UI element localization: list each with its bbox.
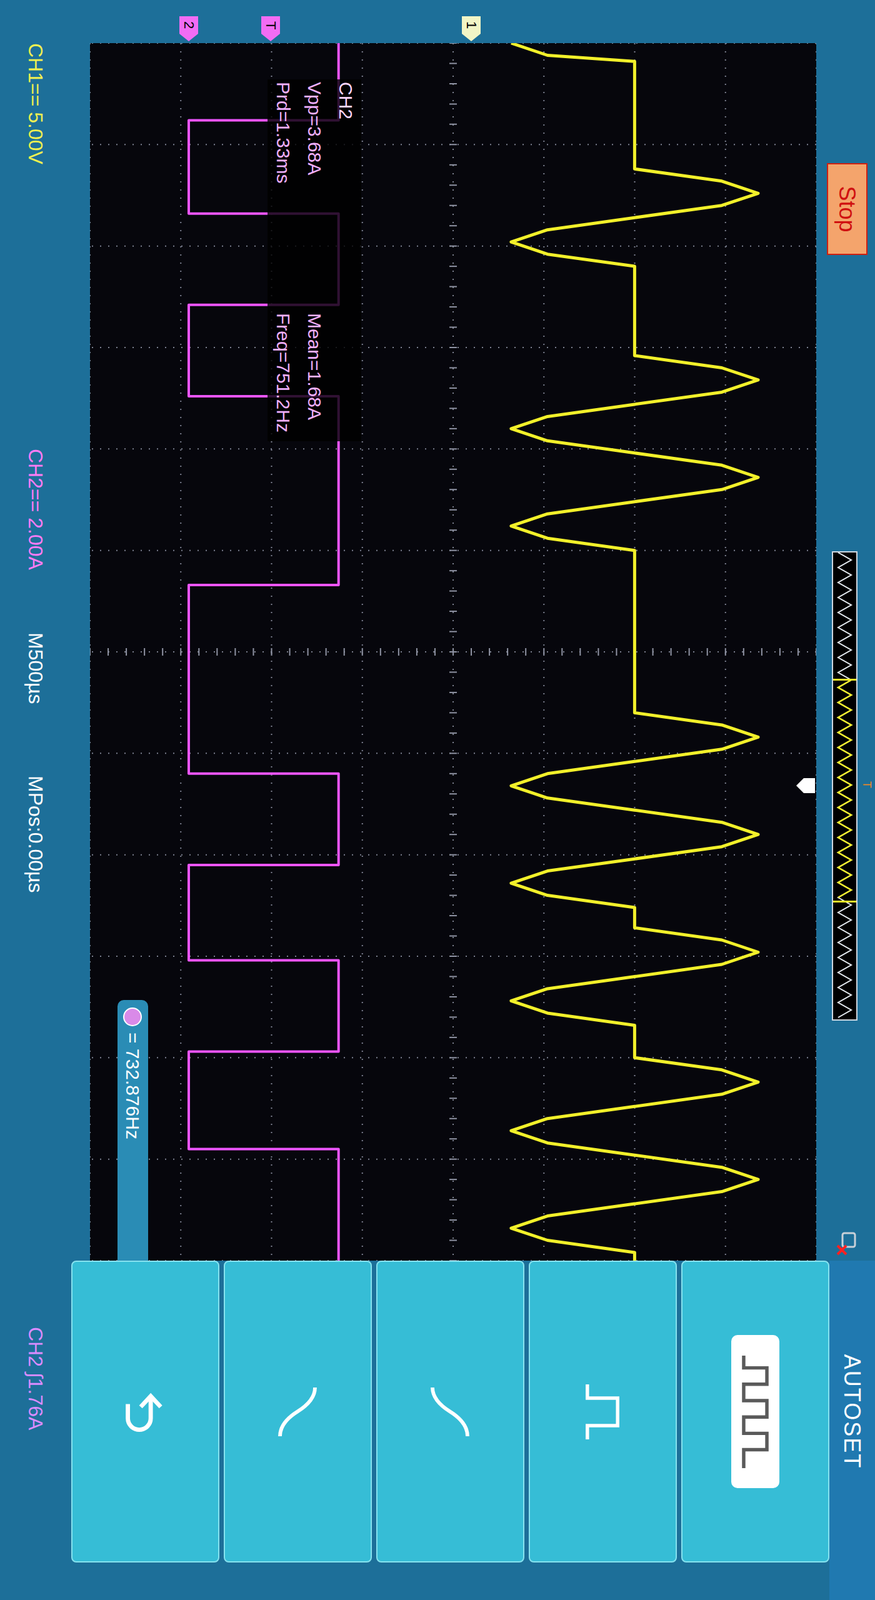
status-text: CH2== 2.00A <box>24 448 47 570</box>
marker-label: T <box>263 21 279 30</box>
waveform-grid: CH2Vpp=3.68AMean=1.68APrd=1.33msFreq=751… <box>90 43 817 1261</box>
measurement-value: Mean=1.68A <box>298 313 330 439</box>
timebase-window-bar[interactable] <box>831 551 858 1021</box>
channel-icon <box>123 1007 143 1027</box>
rising-edge-icon <box>428 1383 473 1440</box>
status-text: CH2 ∫1.76A <box>24 1326 47 1430</box>
menu-button-highlight <box>731 1335 780 1489</box>
menu-button-highlight <box>123 1386 168 1437</box>
trigger-position-marker <box>796 778 815 794</box>
channel-level-marker[interactable]: T <box>261 16 280 42</box>
status-item: CH2== 2.00A <box>23 448 49 633</box>
menu-button-highlight <box>428 1383 473 1440</box>
menu-button-highlight <box>276 1383 320 1440</box>
status-item: MPos:0.00µs <box>23 775 49 1327</box>
graticule <box>90 43 817 1261</box>
falling-edge-icon <box>276 1383 320 1440</box>
timebase-preview-wave <box>833 552 857 1020</box>
measurement-value: Prd=1.33ms <box>267 81 299 314</box>
marker-label: 1 <box>463 21 479 29</box>
timebase-window-highlight[interactable] <box>833 678 857 904</box>
menu-button[interactable] <box>376 1260 525 1563</box>
marker-label: 2 <box>181 21 197 29</box>
timebase-window-end <box>833 680 857 902</box>
waveform-chart <box>90 43 817 1261</box>
top-strip: Stop T <box>816 0 875 1261</box>
status-text: MPos:0.00µs <box>24 775 47 893</box>
menu-button-highlight <box>582 1383 624 1440</box>
oscilloscope-screen: Stop T CH2Vpp=3.68AMean=1.68APrd=1.33msF… <box>0 0 875 1600</box>
return-icon <box>123 1386 168 1437</box>
measurement-channel: CH2 <box>330 81 362 439</box>
channel-level-marker[interactable]: 2 <box>179 16 199 42</box>
pulse-train-icon <box>738 1355 773 1469</box>
status-text: M500µs <box>24 632 47 704</box>
frequency-counter: = 732.876Hz <box>117 1000 149 1261</box>
autoset-button[interactable]: AUTOSET <box>829 1260 875 1600</box>
waveform-trace <box>511 43 759 1261</box>
trigger-position-label: T <box>860 781 874 789</box>
status-text: CH1== 5.00V <box>24 43 47 165</box>
run-state-badge[interactable]: Stop <box>826 163 868 255</box>
status-item: M500µs <box>23 632 49 776</box>
frequency-reading: = 732.876Hz <box>120 1032 146 1140</box>
menu-button[interactable] <box>71 1260 220 1563</box>
status-item: CH1== 5.00V <box>23 43 49 449</box>
usb-icon <box>835 1229 863 1257</box>
measurement-value: Freq=751.2Hz <box>267 313 299 439</box>
menu-button[interactable] <box>528 1260 677 1563</box>
single-pulse-icon <box>582 1383 624 1440</box>
measurement-panel: CH2Vpp=3.68AMean=1.68APrd=1.33msFreq=751… <box>267 79 362 442</box>
measurement-value: Vpp=3.68A <box>298 81 330 314</box>
status-item: CH2 ∫1.76A <box>23 1326 49 1577</box>
status-bar: CH1== 5.00V CH2== 2.00A M500µs MPos:0.00µs C… <box>0 0 72 1600</box>
menu-button[interactable] <box>681 1260 830 1563</box>
menu-button[interactable] <box>223 1260 372 1563</box>
channel-level-marker[interactable]: 1 <box>461 16 481 42</box>
